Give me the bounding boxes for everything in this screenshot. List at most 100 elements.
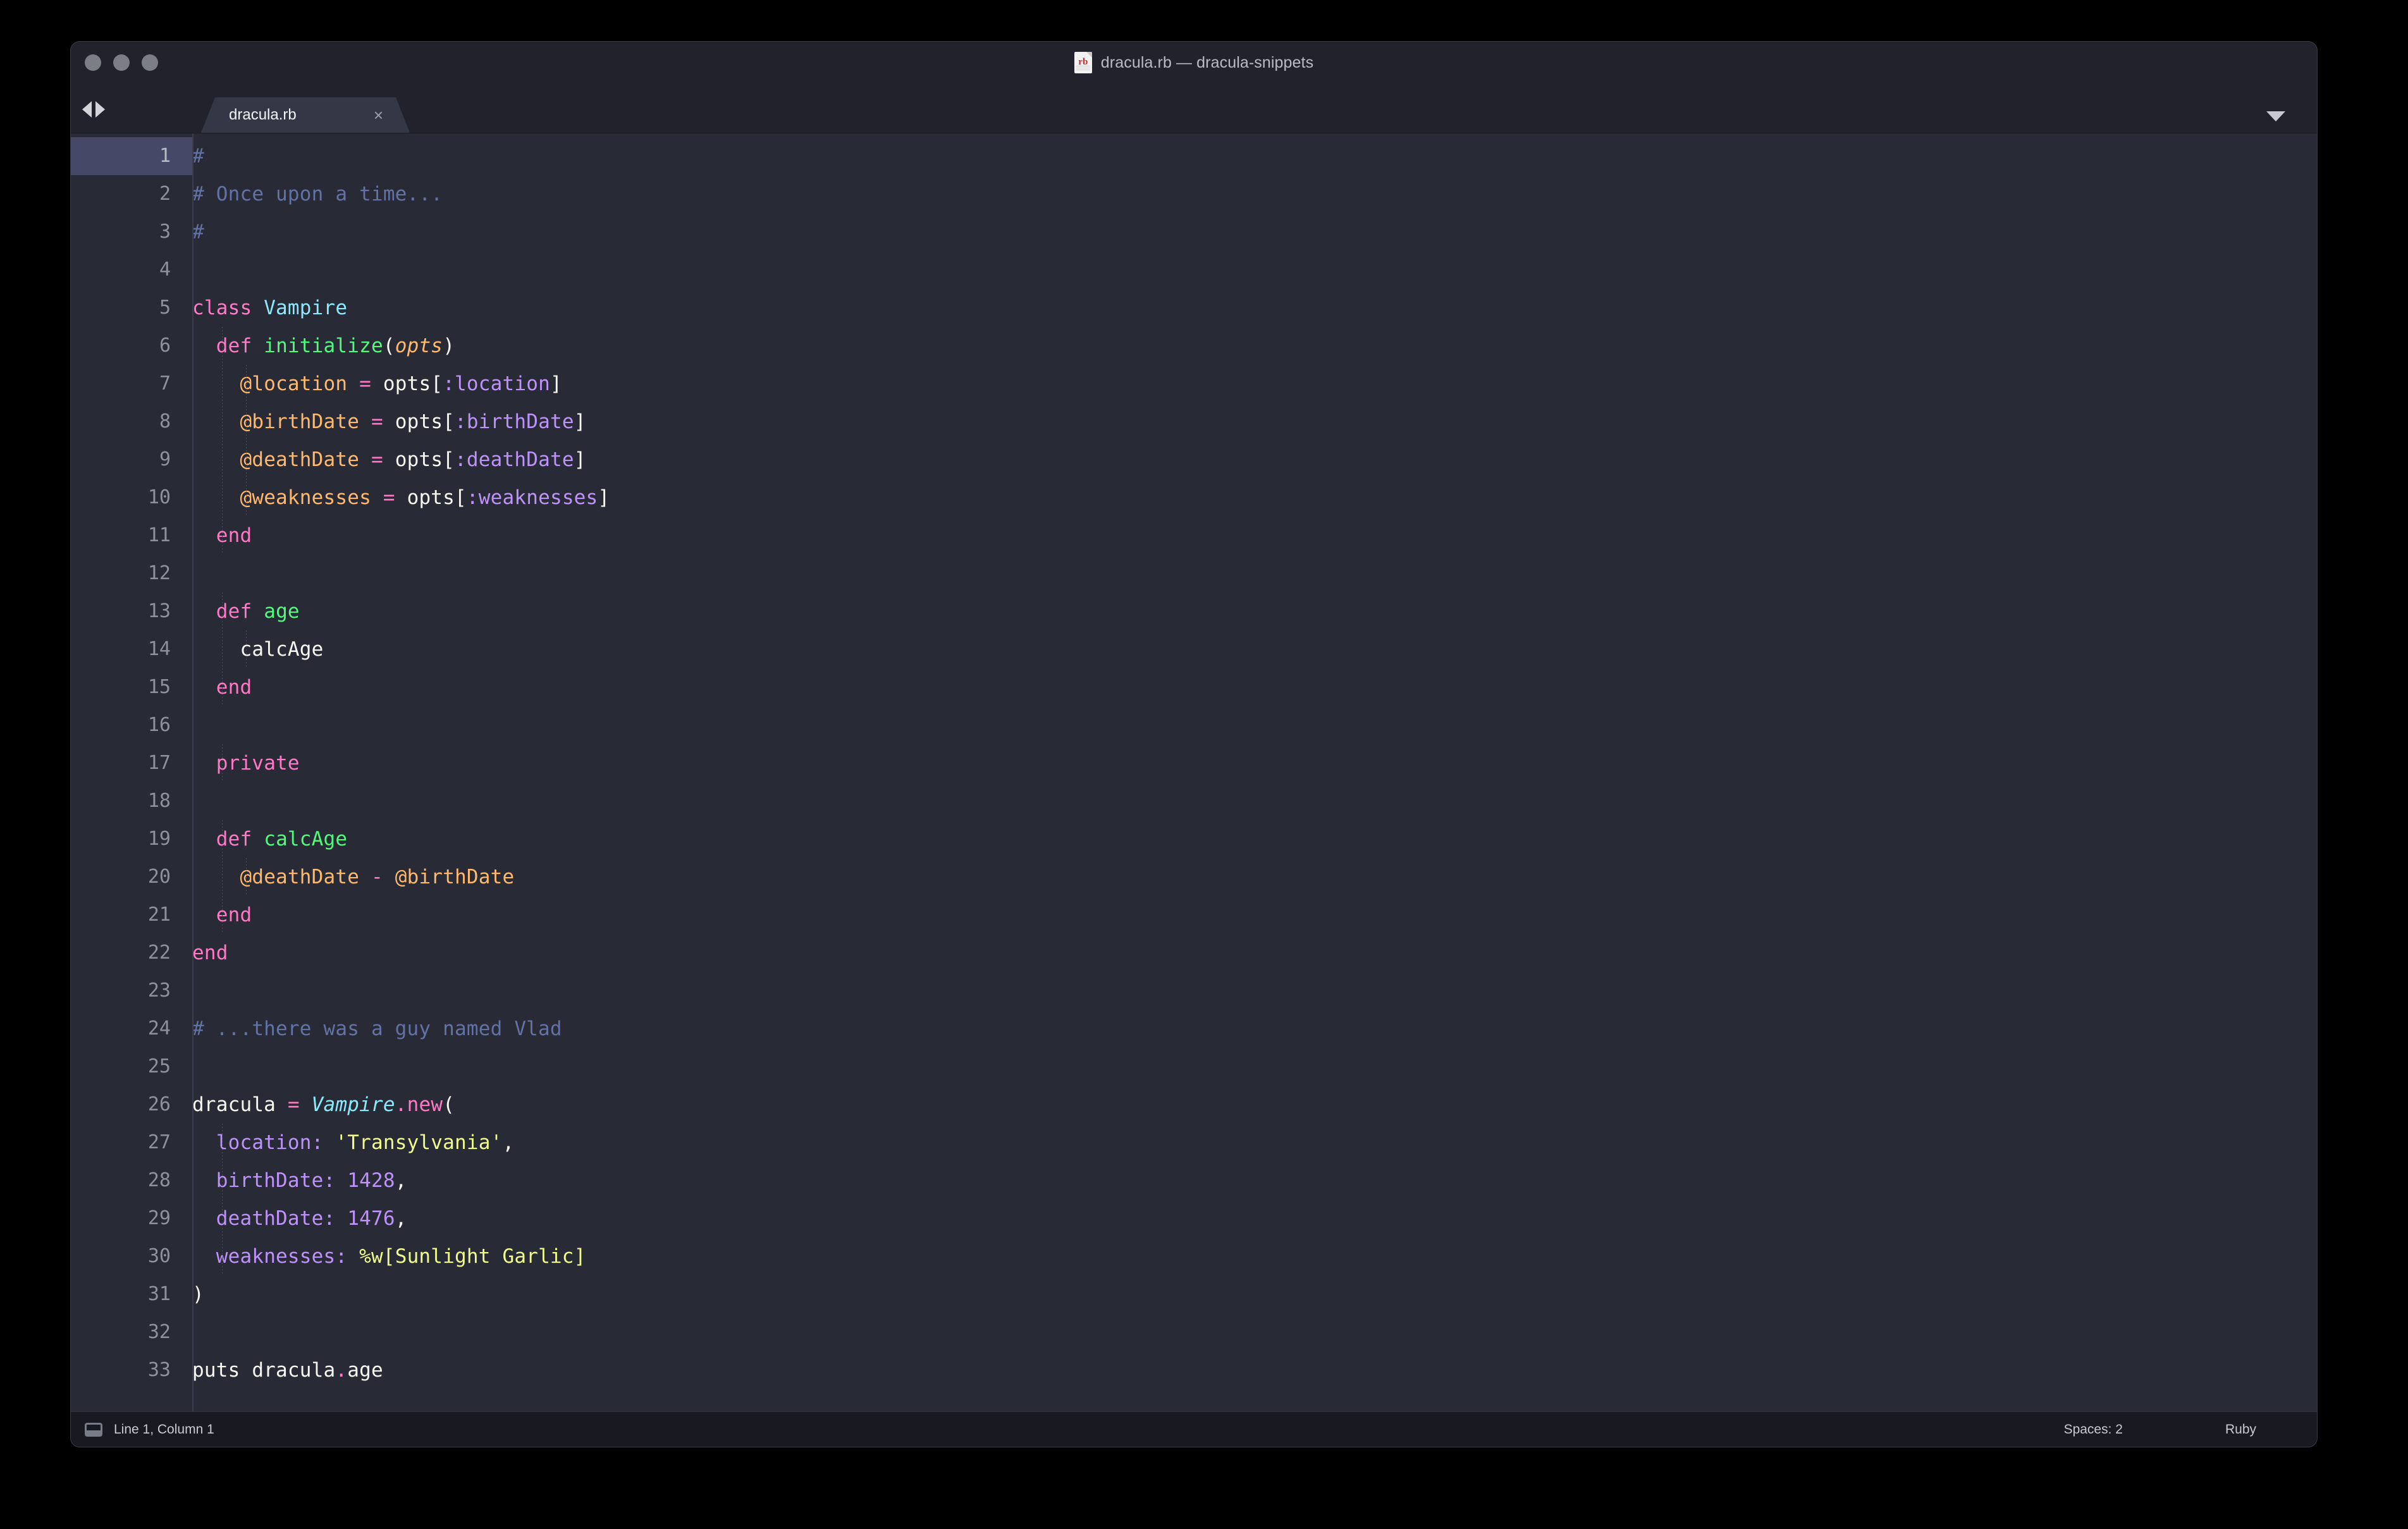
close-icon[interactable]: ×: [374, 107, 383, 123]
code-line[interactable]: 3#: [71, 213, 2317, 251]
code-token: [192, 410, 240, 433]
code-line[interactable]: 4: [71, 251, 2317, 289]
code-token: weaknesses:: [216, 1245, 348, 1268]
syntax-status[interactable]: Ruby: [2225, 1422, 2256, 1437]
code-token: #: [192, 221, 204, 243]
code-token: [324, 1131, 336, 1154]
code-line[interactable]: 12: [71, 555, 2317, 593]
line-number: 10: [71, 479, 192, 517]
code-line[interactable]: 8 @birthDate = opts[:birthDate]: [71, 403, 2317, 441]
arrow-right-icon[interactable]: [95, 101, 105, 118]
line-number: 25: [71, 1048, 192, 1086]
code-token: opts[: [383, 410, 455, 433]
code-token: [192, 448, 240, 471]
zoom-window-button[interactable]: [142, 54, 158, 71]
code-line[interactable]: 26dracula = Vampire.new(: [71, 1086, 2317, 1124]
code-line[interactable]: 2# Once upon a time...: [71, 175, 2317, 213]
code-token: =: [359, 372, 371, 395]
arrow-left-icon[interactable]: [82, 101, 92, 118]
code-token: def: [216, 828, 264, 850]
code-token: [192, 335, 216, 357]
code-line[interactable]: 30 weaknesses: %w[Sunlight Garlic]: [71, 1237, 2317, 1275]
code-line[interactable]: 28 birthDate: 1428,: [71, 1162, 2317, 1200]
close-window-button[interactable]: [85, 54, 101, 71]
code-token: =: [371, 410, 383, 433]
code-line[interactable]: 19 def calcAge: [71, 820, 2317, 858]
cursor-position-status[interactable]: Line 1, Column 1: [114, 1422, 214, 1437]
code-token: ]: [574, 410, 586, 433]
code-token: :weaknesses: [467, 486, 598, 509]
code-token: @location: [240, 372, 347, 395]
code-token: [300, 1093, 312, 1116]
code-token: location:: [216, 1131, 324, 1154]
ruby-file-icon: rb: [1074, 52, 1092, 73]
code-line[interactable]: 9 @deathDate = opts[:deathDate]: [71, 441, 2317, 479]
code-line[interactable]: 18: [71, 782, 2317, 820]
code-line[interactable]: 23: [71, 972, 2317, 1010]
code-line[interactable]: 7 @location = opts[:location]: [71, 365, 2317, 403]
status-bar: Line 1, Column 1 Spaces: 2 Ruby: [71, 1411, 2317, 1447]
code-line[interactable]: 25: [71, 1048, 2317, 1086]
window-controls: [85, 42, 158, 83]
code-text: [192, 555, 2317, 593]
code-text: calcAge: [192, 630, 2317, 668]
code-token: =: [288, 1093, 300, 1116]
code-token: 'Transylvania': [335, 1131, 502, 1154]
code-line[interactable]: 13 def age: [71, 593, 2317, 630]
indentation-status[interactable]: Spaces: 2: [2064, 1422, 2123, 1437]
line-number: 24: [71, 1010, 192, 1048]
code-line[interactable]: 21 end: [71, 896, 2317, 934]
code-line[interactable]: 24# ...there was a guy named Vlad: [71, 1010, 2317, 1048]
code-text: end: [192, 668, 2317, 706]
chevron-down-icon[interactable]: [2266, 111, 2285, 121]
code-token: opts[: [371, 372, 443, 395]
code-line[interactable]: 20 @deathDate - @birthDate: [71, 858, 2317, 896]
code-line[interactable]: 22end: [71, 934, 2317, 972]
tab-navigation: [82, 99, 105, 120]
code-token: (: [443, 1093, 455, 1116]
code-line[interactable]: 32: [71, 1313, 2317, 1351]
code-line[interactable]: 16: [71, 706, 2317, 744]
panel-toggle-icon[interactable]: [85, 1423, 102, 1437]
code-text: #: [192, 213, 2317, 251]
code-token: ]: [550, 372, 562, 395]
code-token: %w[Sunlight Garlic]: [359, 1245, 586, 1268]
code-line[interactable]: 27 location: 'Transylvania',: [71, 1124, 2317, 1162]
code-line[interactable]: 29 deathDate: 1476,: [71, 1200, 2317, 1237]
code-token: @deathDate: [240, 448, 359, 471]
code-line[interactable]: 6 def initialize(opts): [71, 327, 2317, 365]
code-token: [335, 1169, 347, 1192]
code-token: [359, 866, 371, 888]
code-editor[interactable]: 1#2# Once upon a time...3#45class Vampir…: [71, 133, 2317, 1411]
line-number: 27: [71, 1124, 192, 1162]
code-text: puts dracula.age: [192, 1351, 2317, 1389]
code-line[interactable]: 33puts dracula.age: [71, 1351, 2317, 1389]
code-line[interactable]: 1#: [71, 137, 2317, 175]
code-token: def: [216, 600, 264, 623]
code-line[interactable]: 14 calcAge: [71, 630, 2317, 668]
tab-dracula-rb[interactable]: dracula.rb ×: [201, 97, 410, 133]
code-token: [192, 828, 216, 850]
code-line[interactable]: 11 end: [71, 517, 2317, 555]
line-number: 19: [71, 820, 192, 858]
code-line[interactable]: 5class Vampire: [71, 289, 2317, 327]
code-text: def age: [192, 593, 2317, 630]
tab-label: dracula.rb: [229, 106, 297, 124]
code-text: weaknesses: %w[Sunlight Garlic]: [192, 1237, 2317, 1275]
code-token: Vampire: [264, 297, 347, 319]
code-text: @birthDate = opts[:birthDate]: [192, 403, 2317, 441]
code-line[interactable]: 31): [71, 1275, 2317, 1313]
minimize-window-button[interactable]: [113, 54, 130, 71]
code-text: end: [192, 517, 2317, 555]
code-line[interactable]: 10 @weaknesses = opts[:weaknesses]: [71, 479, 2317, 517]
line-number: 3: [71, 213, 192, 251]
code-token: [347, 1245, 359, 1268]
code-text: deathDate: 1476,: [192, 1200, 2317, 1237]
code-token: ]: [598, 486, 610, 509]
title-bar: rb dracula.rb — dracula-snippets: [71, 42, 2317, 83]
code-token: (: [383, 335, 395, 357]
code-text: dracula = Vampire.new(: [192, 1086, 2317, 1124]
code-line[interactable]: 17 private: [71, 744, 2317, 782]
code-line[interactable]: 15 end: [71, 668, 2317, 706]
line-number: 9: [71, 441, 192, 479]
